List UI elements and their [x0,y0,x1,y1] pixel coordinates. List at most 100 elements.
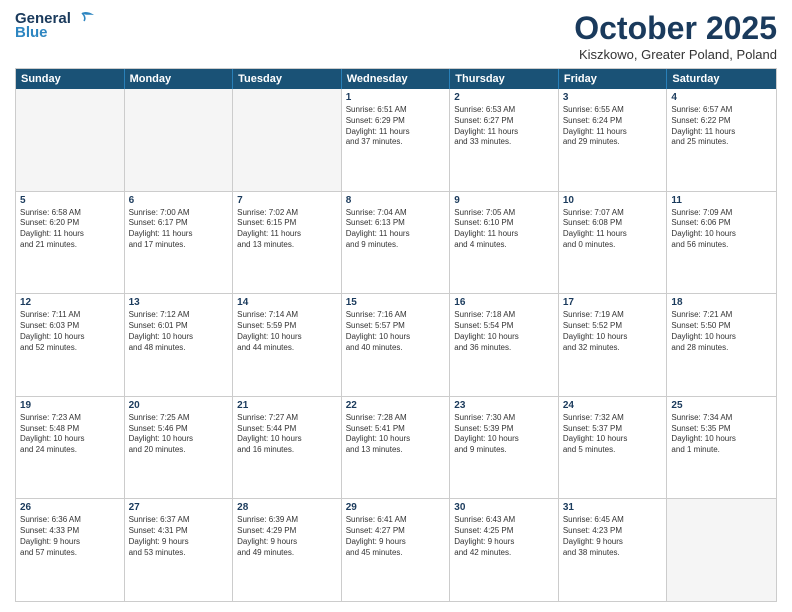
day-number: 24 [563,400,663,411]
day-info: Sunrise: 7:05 AM Sunset: 6:10 PM Dayligh… [454,208,554,251]
day-cell: 15 Sunrise: 7:16 AM Sunset: 5:57 PM Dayli… [342,294,451,396]
day-cell: 9 Sunrise: 7:05 AM Sunset: 6:10 PM Daylig… [450,192,559,294]
page: General Blue October 2025 Kiszkowo, Grea… [0,0,792,612]
day-cell: 6 Sunrise: 7:00 AM Sunset: 6:17 PM Daylig… [125,192,234,294]
week-row-5: 26 Sunrise: 6:36 AM Sunset: 4:33 PM Dayli… [16,498,776,601]
day-cell: 23 Sunrise: 7:30 AM Sunset: 5:39 PM Dayli… [450,397,559,499]
day-number: 13 [129,297,229,308]
day-number: 4 [671,92,772,103]
day-info: Sunrise: 7:11 AM Sunset: 6:03 PM Dayligh… [20,310,120,353]
day-number: 23 [454,400,554,411]
day-info: Sunrise: 7:19 AM Sunset: 5:52 PM Dayligh… [563,310,663,353]
day-cell: 31 Sunrise: 6:45 AM Sunset: 4:23 PM Dayli… [559,499,668,601]
day-cell: 5 Sunrise: 6:58 AM Sunset: 6:20 PM Daylig… [16,192,125,294]
day-cell: 29Sunrise: 6:41 AM Sunset: 4:27 PM Dayli… [342,499,451,601]
day-cell: 7 Sunrise: 7:02 AM Sunset: 6:15 PM Daylig… [233,192,342,294]
day-number: 16 [454,297,554,308]
day-number: 19 [20,400,120,411]
month-title: October 2025 [574,10,777,47]
day-cell: 28Sunrise: 6:39 AM Sunset: 4:29 PM Dayli… [233,499,342,601]
logo-blue: Blue [15,24,48,41]
day-number: 30 [454,502,554,513]
day-cell [125,89,234,191]
day-cell: 10Sunrise: 7:07 AM Sunset: 6:08 PM Dayli… [559,192,668,294]
day-number: 22 [346,400,446,411]
header: General Blue October 2025 Kiszkowo, Grea… [15,10,777,62]
day-cell: 21 Sunrise: 7:27 AM Sunset: 5:44 PM Dayli… [233,397,342,499]
day-number: 6 [129,195,229,206]
day-info: Sunrise: 6:36 AM Sunset: 4:33 PM Dayligh… [20,515,120,558]
day-number: 7 [237,195,337,206]
day-info: Sunrise: 6:51 AM Sunset: 6:29 PM Dayligh… [346,105,446,148]
day-cell: 1Sunrise: 6:51 AM Sunset: 6:29 PM Daylig… [342,89,451,191]
logo-bird-icon [72,11,94,25]
day-info: Sunrise: 7:07 AM Sunset: 6:08 PM Dayligh… [563,208,663,251]
week-row-3: 12Sunrise: 7:11 AM Sunset: 6:03 PM Dayli… [16,293,776,396]
day-cell: 26 Sunrise: 6:36 AM Sunset: 4:33 PM Dayli… [16,499,125,601]
day-info: Sunrise: 7:16 AM Sunset: 5:57 PM Dayligh… [346,310,446,353]
day-cell [16,89,125,191]
day-number: 26 [20,502,120,513]
day-info: Sunrise: 7:14 AM Sunset: 5:59 PM Dayligh… [237,310,337,353]
day-info: Sunrise: 7:30 AM Sunset: 5:39 PM Dayligh… [454,413,554,456]
day-info: Sunrise: 6:55 AM Sunset: 6:24 PM Dayligh… [563,105,663,148]
day-info: Sunrise: 7:09 AM Sunset: 6:06 PM Dayligh… [671,208,772,251]
day-number: 21 [237,400,337,411]
day-number: 25 [671,400,772,411]
day-info: Sunrise: 6:39 AM Sunset: 4:29 PM Dayligh… [237,515,337,558]
subtitle: Kiszkowo, Greater Poland, Poland [574,47,777,62]
week-row-4: 19Sunrise: 7:23 AM Sunset: 5:48 PM Dayli… [16,396,776,499]
day-info: Sunrise: 7:02 AM Sunset: 6:15 PM Dayligh… [237,208,337,251]
day-info: Sunrise: 7:28 AM Sunset: 5:41 PM Dayligh… [346,413,446,456]
day-header-friday: Friday [559,69,668,89]
day-cell: 17 Sunrise: 7:19 AM Sunset: 5:52 PM Dayli… [559,294,668,396]
day-cell: 24 Sunrise: 7:32 AM Sunset: 5:37 PM Dayli… [559,397,668,499]
day-info: Sunrise: 7:04 AM Sunset: 6:13 PM Dayligh… [346,208,446,251]
day-cell: 16Sunrise: 7:18 AM Sunset: 5:54 PM Dayli… [450,294,559,396]
day-info: Sunrise: 7:00 AM Sunset: 6:17 PM Dayligh… [129,208,229,251]
day-number: 17 [563,297,663,308]
day-cell: 13 Sunrise: 7:12 AM Sunset: 6:01 PM Dayli… [125,294,234,396]
day-cell: 8 Sunrise: 7:04 AM Sunset: 6:13 PM Daylig… [342,192,451,294]
day-header-monday: Monday [125,69,234,89]
day-number: 2 [454,92,554,103]
day-info: Sunrise: 7:34 AM Sunset: 5:35 PM Dayligh… [671,413,772,456]
title-area: October 2025 Kiszkowo, Greater Poland, P… [574,10,777,62]
day-info: Sunrise: 7:25 AM Sunset: 5:46 PM Dayligh… [129,413,229,456]
day-number: 14 [237,297,337,308]
day-cell: 4 Sunrise: 6:57 AM Sunset: 6:22 PM Daylig… [667,89,776,191]
weeks: 1Sunrise: 6:51 AM Sunset: 6:29 PM Daylig… [16,89,776,601]
day-info: Sunrise: 6:58 AM Sunset: 6:20 PM Dayligh… [20,208,120,251]
day-cell: 30 Sunrise: 6:43 AM Sunset: 4:25 PM Dayli… [450,499,559,601]
day-info: Sunrise: 7:32 AM Sunset: 5:37 PM Dayligh… [563,413,663,456]
day-info: Sunrise: 6:57 AM Sunset: 6:22 PM Dayligh… [671,105,772,148]
day-number: 3 [563,92,663,103]
day-header-wednesday: Wednesday [342,69,451,89]
day-number: 15 [346,297,446,308]
day-header-tuesday: Tuesday [233,69,342,89]
day-cell: 20 Sunrise: 7:25 AM Sunset: 5:46 PM Dayli… [125,397,234,499]
day-info: Sunrise: 7:27 AM Sunset: 5:44 PM Dayligh… [237,413,337,456]
day-cell: 22 Sunrise: 7:28 AM Sunset: 5:41 PM Dayli… [342,397,451,499]
day-cell: 19Sunrise: 7:23 AM Sunset: 5:48 PM Dayli… [16,397,125,499]
day-cell: 25 Sunrise: 7:34 AM Sunset: 5:35 PM Dayli… [667,397,776,499]
day-number: 9 [454,195,554,206]
day-info: Sunrise: 7:21 AM Sunset: 5:50 PM Dayligh… [671,310,772,353]
day-cell [667,499,776,601]
day-headers: SundayMondayTuesdayWednesdayThursdayFrid… [16,69,776,89]
day-cell: 2Sunrise: 6:53 AM Sunset: 6:27 PM Daylig… [450,89,559,191]
day-header-sunday: Sunday [16,69,125,89]
day-number: 31 [563,502,663,513]
day-number: 27 [129,502,229,513]
day-number: 5 [20,195,120,206]
day-cell: 11Sunrise: 7:09 AM Sunset: 6:06 PM Dayli… [667,192,776,294]
day-info: Sunrise: 6:45 AM Sunset: 4:23 PM Dayligh… [563,515,663,558]
day-number: 20 [129,400,229,411]
day-cell: 27Sunrise: 6:37 AM Sunset: 4:31 PM Dayli… [125,499,234,601]
day-header-thursday: Thursday [450,69,559,89]
day-info: Sunrise: 7:12 AM Sunset: 6:01 PM Dayligh… [129,310,229,353]
calendar: SundayMondayTuesdayWednesdayThursdayFrid… [15,68,777,602]
day-info: Sunrise: 6:43 AM Sunset: 4:25 PM Dayligh… [454,515,554,558]
day-info: Sunrise: 6:41 AM Sunset: 4:27 PM Dayligh… [346,515,446,558]
day-number: 8 [346,195,446,206]
